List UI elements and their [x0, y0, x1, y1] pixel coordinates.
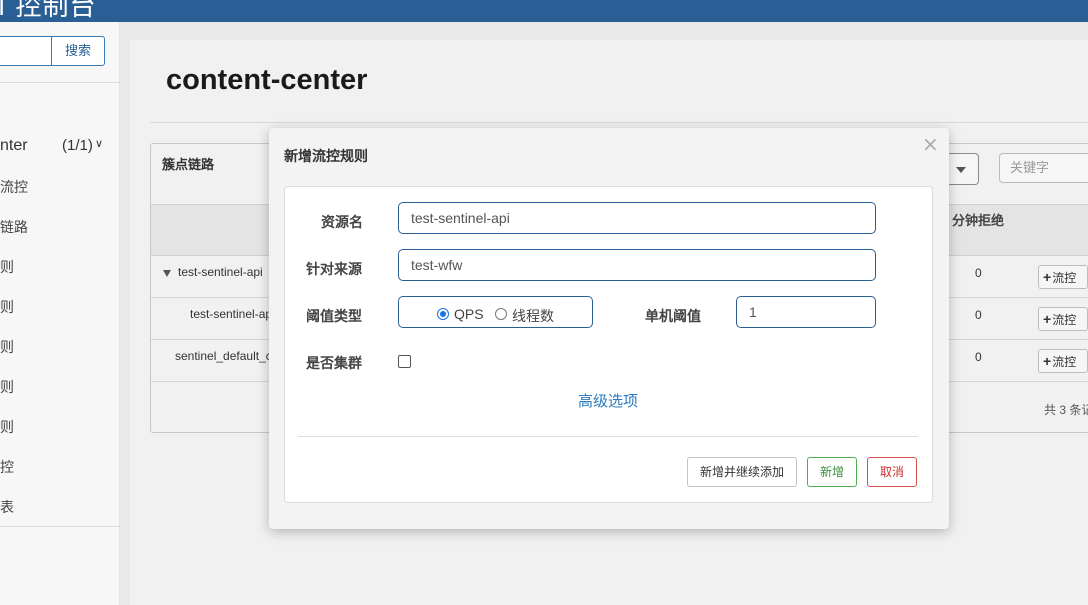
sidebar-item-flow-rules[interactable]: 则	[0, 257, 14, 277]
sidebar-item-param-rules[interactable]: 则	[0, 337, 14, 357]
sidebar-item-system-rules[interactable]: 则	[0, 377, 14, 397]
table-row-value: 0	[975, 308, 982, 322]
flow-rule-label: 流控	[1052, 355, 1077, 369]
flow-rule-label: 流控	[1052, 313, 1077, 327]
add-and-continue-button[interactable]: 新增并继续添加	[687, 457, 797, 487]
radio-qps-label: QPS	[454, 306, 484, 322]
limit-app-label: 针对来源	[306, 261, 362, 277]
single-threshold-label: 单机阈值	[645, 308, 701, 324]
radio-thread-count[interactable]	[495, 308, 507, 320]
flow-rule-label: 流控	[1052, 271, 1077, 285]
table-row-name: test-sentinel-ap	[190, 307, 273, 321]
sidebar-item-flow-monitor[interactable]: 流控	[0, 177, 28, 197]
sidebar-app-count: (1/1)	[62, 137, 93, 154]
advanced-options-link[interactable]: 高级选项	[578, 390, 638, 411]
plus-icon: +	[1043, 311, 1052, 327]
add-button[interactable]: 新增	[807, 457, 857, 487]
sidebar: 搜索 nter (1/1) ∨ 流控 链路 则 则 则 则 则 控 表	[0, 22, 120, 605]
table-row-name: sentinel_default_c	[175, 349, 272, 363]
app-brand: l 控制台	[0, 0, 97, 22]
sidebar-item-cluster-link[interactable]: 链路	[0, 217, 28, 237]
total-count: 共 3 条记	[1044, 403, 1088, 417]
search-button[interactable]: 搜索	[51, 36, 105, 66]
panel-title: 簇点链路	[162, 157, 215, 172]
page-title: content-center	[166, 64, 368, 96]
plus-icon: +	[1043, 353, 1052, 369]
dialog-divider	[298, 436, 918, 437]
chevron-down-icon: ∨	[95, 138, 104, 150]
dialog-title: 新增流控规则	[284, 148, 368, 164]
threshold-type-label: 阈值类型	[306, 308, 362, 324]
sidebar-item-authority-rules[interactable]: 则	[0, 417, 14, 437]
resource-name-input[interactable]: test-sentinel-api	[398, 202, 876, 234]
sidebar-app-name: nter	[0, 137, 28, 154]
threshold-type-group: QPS 线程数	[398, 296, 593, 328]
column-header-reject: 分钟拒绝	[952, 213, 1005, 228]
cluster-mode-label: 是否集群	[306, 355, 362, 371]
sidebar-item-machine-list[interactable]: 表	[0, 497, 14, 517]
table-row-value: 0	[975, 350, 982, 364]
radio-thread-count-label: 线程数	[512, 308, 554, 324]
title-divider	[150, 122, 1088, 123]
caret-down-icon[interactable]	[163, 270, 171, 277]
sidebar-item-cluster-flow[interactable]: 控	[0, 457, 14, 477]
table-row-name: test-sentinel-api	[178, 265, 263, 279]
sidebar-divider	[0, 82, 120, 83]
sidebar-item-degrade-rules[interactable]: 则	[0, 297, 14, 317]
flow-rule-button[interactable]: +流控	[1038, 265, 1088, 289]
table-row-value: 0	[975, 266, 982, 280]
sidebar-app-content-center[interactable]: nter (1/1) ∨	[0, 135, 120, 157]
view-select-caret[interactable]	[946, 153, 979, 185]
cluster-mode-checkbox[interactable]	[398, 355, 411, 368]
flow-rule-button[interactable]: +流控	[1038, 349, 1088, 373]
flow-rule-button[interactable]: +流控	[1038, 307, 1088, 331]
single-threshold-input[interactable]: 1	[736, 296, 876, 328]
keyword-input[interactable]: 关键字	[999, 153, 1088, 183]
limit-app-input[interactable]: test-wfw	[398, 249, 876, 281]
search-input[interactable]	[0, 36, 53, 66]
plus-icon: +	[1043, 269, 1052, 285]
resource-name-label: 资源名	[321, 214, 363, 230]
radio-qps[interactable]	[437, 308, 449, 320]
sidebar-divider	[0, 526, 120, 527]
close-icon[interactable]: ×	[922, 132, 939, 156]
cancel-button[interactable]: 取消	[867, 457, 917, 487]
top-header: l 控制台	[0, 0, 1088, 22]
